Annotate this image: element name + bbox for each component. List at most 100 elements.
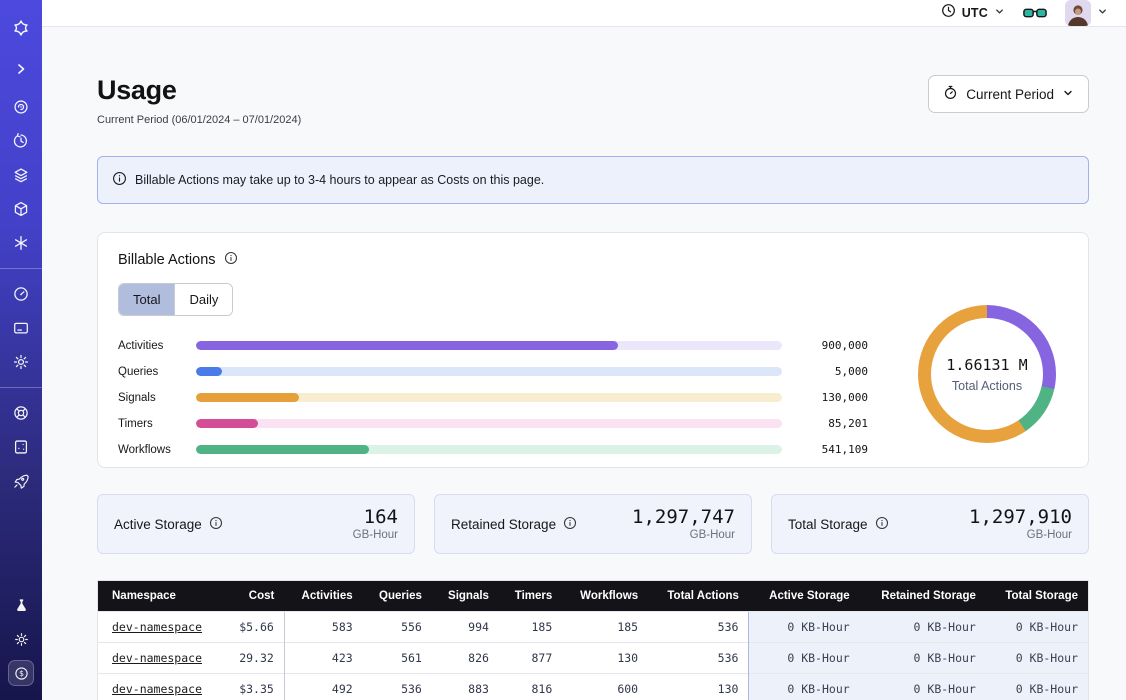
bar-fill [196, 419, 258, 428]
donut-total-value: 1.66131 M [946, 356, 1027, 374]
info-icon [112, 171, 127, 189]
table-cell: $5.66 [224, 612, 285, 643]
bar-label: Queries [118, 366, 196, 378]
info-icon[interactable] [875, 516, 889, 533]
table-header-cell: Signals [432, 581, 499, 612]
timezone-selector[interactable]: UTC [941, 3, 1005, 23]
table-cell: $3.35 [224, 674, 285, 700]
table-row: dev-namespace29.324235618268771305360 KB… [98, 643, 1089, 674]
namespace-link[interactable]: dev-namespace [112, 682, 202, 696]
billable-view-tabs: Total Daily [118, 283, 233, 316]
topbar: UTC [42, 0, 1126, 27]
retained-storage-card: Retained Storage 1,297,747 GB-Hour [434, 494, 752, 554]
namespace-usage-table: NamespaceCostActivitiesQueriesSignalsTim… [97, 580, 1089, 700]
bar-label: Workflows [118, 444, 196, 456]
tab-daily[interactable]: Daily [174, 284, 232, 315]
period-dropdown-button[interactable]: Current Period [928, 75, 1089, 113]
donut-total-label: Total Actions [952, 379, 1022, 393]
settings-gear-icon[interactable] [8, 349, 34, 375]
table-cell: 185 [562, 612, 648, 643]
namespace-link[interactable]: dev-namespace [112, 620, 202, 634]
support-lifebuoy-icon[interactable] [8, 400, 34, 426]
retained-storage-unit: GB-Hour [632, 529, 735, 541]
namespaces-icon[interactable] [8, 94, 34, 120]
table-cell: 536 [363, 674, 432, 700]
cube-icon[interactable] [8, 196, 34, 222]
docs-book-icon[interactable] [8, 434, 34, 460]
table-cell: 0 KB-Hour [860, 674, 986, 700]
retained-storage-label: Retained Storage [451, 517, 556, 532]
usage-cost-coin-icon[interactable]: $ [8, 660, 34, 686]
storage-summary-row: Active Storage 164 GB-Hour Retained Stor… [97, 494, 1089, 554]
namespace-cell: dev-namespace [98, 612, 224, 643]
bar-fill [196, 393, 299, 402]
tab-total[interactable]: Total [119, 284, 174, 315]
billable-actions-title: Billable Actions [118, 252, 216, 268]
temporal-logo-icon[interactable] [8, 16, 34, 42]
theme-sun-icon[interactable] [8, 626, 34, 652]
user-avatar [1065, 0, 1091, 26]
nexus-asterisk-icon[interactable] [8, 230, 34, 256]
sidebar: $ [0, 0, 42, 700]
bar-value: 900,000 [796, 339, 868, 352]
timezone-label: UTC [962, 6, 988, 20]
active-storage-card: Active Storage 164 GB-Hour [97, 494, 415, 554]
billable-actions-card: Billable Actions Total Daily Activities 9… [97, 232, 1089, 468]
total-storage-card: Total Storage 1,297,910 GB-Hour [771, 494, 1089, 554]
period-button-label: Current Period [966, 87, 1054, 102]
namespace-link[interactable]: dev-namespace [112, 651, 202, 665]
retained-storage-value: 1,297,747 [632, 507, 735, 528]
bar-track [196, 393, 782, 402]
collapse-chevron-icon[interactable] [8, 56, 34, 82]
labs-flask-icon[interactable] [8, 592, 34, 618]
bar-label: Timers [118, 418, 196, 430]
page-title: Usage [97, 75, 301, 106]
svg-text:$: $ [19, 669, 24, 678]
total-storage-unit: GB-Hour [969, 529, 1072, 541]
deployments-layers-icon[interactable] [8, 162, 34, 188]
clock-icon [941, 3, 956, 23]
table-cell: 492 [284, 674, 362, 700]
table-cell: 583 [284, 612, 362, 643]
table-header-cell: Cost [224, 581, 285, 612]
active-storage-label: Active Storage [114, 517, 202, 532]
table-row: dev-namespace$5.665835569941851855360 KB… [98, 612, 1089, 643]
table-cell: 0 KB-Hour [986, 612, 1089, 643]
bar-track [196, 419, 782, 428]
table-header: NamespaceCostActivitiesQueriesSignalsTim… [98, 581, 1089, 612]
table-cell: 561 [363, 643, 432, 674]
total-storage-value: 1,297,910 [969, 507, 1072, 528]
chevron-down-icon [1097, 4, 1108, 22]
table-header-cell: Total Storage [986, 581, 1089, 612]
namespace-cell: dev-namespace [98, 674, 224, 700]
table-cell: 556 [363, 612, 432, 643]
table-row: dev-namespace$3.354925368838166001300 KB… [98, 674, 1089, 700]
app-window: $ UTC [0, 0, 1126, 700]
table-cell: 130 [648, 674, 749, 700]
glasses-button[interactable] [1023, 6, 1047, 20]
usage-gauge-icon[interactable] [8, 281, 34, 307]
namespace-cell: dev-namespace [98, 643, 224, 674]
table-cell: 994 [432, 612, 499, 643]
bar-row-workflows: Workflows 541,109 [118, 442, 868, 457]
bar-value: 541,109 [796, 443, 868, 456]
bar-row-timers: Timers85,201 [118, 416, 868, 431]
bar-label: Activities [118, 340, 196, 352]
account-menu[interactable] [1065, 0, 1108, 26]
info-icon[interactable] [563, 516, 577, 533]
bar-row-queries: Queries5,000 [118, 364, 868, 379]
info-banner: Billable Actions may take up to 3-4 hour… [97, 156, 1089, 204]
info-icon[interactable] [209, 516, 223, 533]
bar-label: Signals [118, 392, 196, 404]
table-cell: 423 [284, 643, 362, 674]
table-header-cell: Timers [499, 581, 562, 612]
active-storage-unit: GB-Hour [353, 529, 398, 541]
table-header-cell: Total Actions [648, 581, 749, 612]
schedules-icon[interactable] [8, 128, 34, 154]
bar-track [196, 445, 782, 454]
billing-card-icon[interactable] [8, 315, 34, 341]
info-icon[interactable] [224, 251, 238, 269]
bar-fill [196, 367, 222, 376]
rocket-icon[interactable] [8, 468, 34, 494]
bar-value: 130,000 [796, 391, 868, 404]
